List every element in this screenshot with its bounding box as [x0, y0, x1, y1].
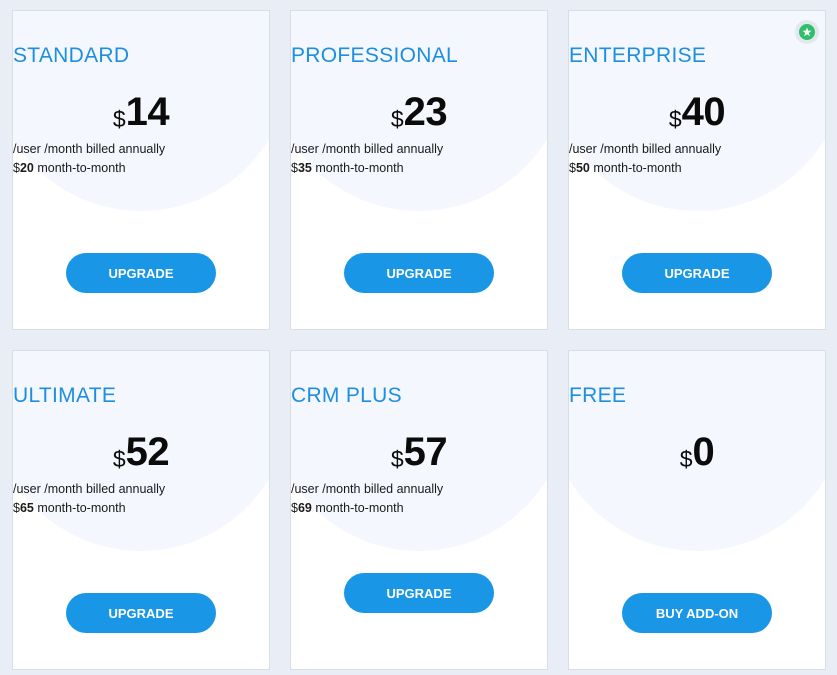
pricing-page: STANDARD $14 /user /month billed annuall… [0, 0, 837, 675]
upgrade-button[interactable]: UPGRADE [344, 573, 494, 613]
plan-price: $23 [291, 90, 547, 135]
buy-add-on-button[interactable]: BUY ADD-ON [622, 593, 772, 633]
monthly-amount: 65 [19, 501, 34, 515]
plan-card-crm-plus: CRM PLUS $57 /user /month billed annuall… [290, 350, 548, 670]
billing-note: /user /month billed annually [291, 142, 444, 156]
monthly-suffix: month-to-month [33, 161, 126, 175]
price-amount: 23 [403, 90, 448, 134]
monthly-amount: 69 [297, 501, 312, 515]
star-icon [799, 24, 815, 40]
plan-name: CRM PLUS [291, 384, 402, 407]
featured-badge [795, 20, 819, 44]
currency-symbol: $ [112, 446, 126, 472]
monthly-amount: 35 [297, 161, 312, 175]
plan-price: $0 [569, 430, 825, 475]
monthly-price: $35 month-to-month [291, 161, 547, 175]
currency-symbol: $ [112, 106, 126, 132]
plan-name: STANDARD [13, 44, 130, 67]
plan-price: $57 [291, 430, 547, 475]
upgrade-button[interactable]: UPGRADE [66, 253, 216, 293]
monthly-suffix: month-to-month [311, 161, 404, 175]
plan-card-standard: STANDARD $14 /user /month billed annuall… [12, 10, 270, 330]
billing-note: /user /month billed annually [13, 142, 166, 156]
upgrade-button[interactable]: UPGRADE [344, 253, 494, 293]
monthly-amount: 20 [19, 161, 34, 175]
plan-card-professional: PROFESSIONAL $23 /user /month billed ann… [290, 10, 548, 330]
currency-symbol: $ [668, 106, 682, 132]
currency-symbol: $ [13, 161, 20, 175]
plan-card-free: FREE $0 BUY ADD-ON [568, 350, 826, 670]
upgrade-button[interactable]: UPGRADE [66, 593, 216, 633]
billing-note: /user /month billed annually [569, 142, 722, 156]
plan-name: PROFESSIONAL [291, 44, 458, 67]
currency-symbol: $ [569, 161, 576, 175]
upgrade-button[interactable]: UPGRADE [622, 253, 772, 293]
monthly-price: $50 month-to-month [569, 161, 825, 175]
currency-symbol: $ [13, 501, 20, 515]
billing-note: /user /month billed annually [13, 482, 166, 496]
plan-name: ULTIMATE [13, 384, 117, 407]
monthly-price: $69 month-to-month [291, 501, 547, 515]
plan-price: $40 [569, 90, 825, 135]
currency-symbol: $ [390, 446, 404, 472]
monthly-amount: 50 [575, 161, 590, 175]
currency-symbol: $ [291, 161, 298, 175]
monthly-suffix: month-to-month [311, 501, 404, 515]
plan-price: $52 [13, 430, 269, 475]
price-amount: 57 [403, 430, 448, 474]
plan-card-ultimate: ULTIMATE $52 /user /month billed annuall… [12, 350, 270, 670]
currency-symbol: $ [291, 501, 298, 515]
monthly-price: $20 month-to-month [13, 161, 269, 175]
price-amount: 40 [681, 90, 726, 134]
monthly-price: $65 month-to-month [13, 501, 269, 515]
plan-card-enterprise: ENTERPRISE $40 /user /month billed annua… [568, 10, 826, 330]
price-amount: 52 [125, 430, 170, 474]
price-amount: 14 [125, 90, 170, 134]
billing-note: /user /month billed annually [291, 482, 444, 496]
currency-symbol: $ [390, 106, 404, 132]
plan-name: ENTERPRISE [569, 44, 707, 67]
plan-price: $14 [13, 90, 269, 135]
currency-symbol: $ [679, 446, 693, 472]
monthly-suffix: month-to-month [33, 501, 126, 515]
plan-name: FREE [569, 384, 627, 407]
monthly-suffix: month-to-month [589, 161, 682, 175]
price-amount: 0 [692, 430, 715, 474]
